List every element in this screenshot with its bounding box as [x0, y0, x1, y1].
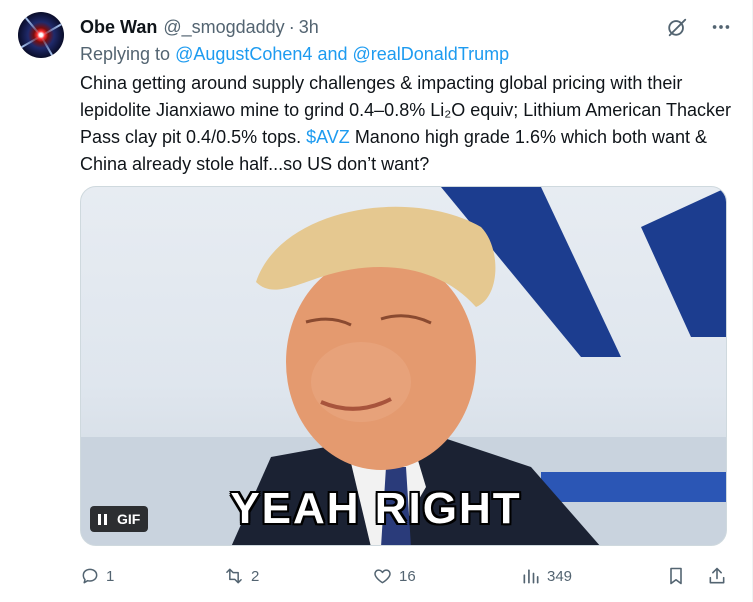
- tweet-header: Obe Wan @_smogdaddy · 3h: [80, 14, 319, 40]
- tweet-actions: 1 2 16 349: [80, 562, 735, 590]
- author-handle[interactable]: @_smogdaddy: [163, 17, 284, 38]
- share-icon: [709, 567, 725, 584]
- grok-icon[interactable]: [664, 14, 690, 40]
- pause-icon[interactable]: [98, 513, 107, 525]
- tweet-text: China getting around supply challenges &…: [80, 70, 735, 178]
- like-icon: [374, 569, 391, 584]
- mention-august-cohen[interactable]: @AugustCohen4: [175, 44, 312, 64]
- replying-to: Replying to @AugustCohen4 and @realDonal…: [80, 44, 509, 65]
- tweet[interactable]: Obe Wan @_smogdaddy · 3h Replying to @Au…: [0, 0, 753, 602]
- separator-dot: ·: [288, 16, 295, 37]
- reply-icon: [82, 568, 98, 584]
- replying-prefix: Replying to: [80, 44, 176, 64]
- views-icon: [523, 569, 539, 584]
- reply-button[interactable]: 1: [80, 562, 114, 590]
- replying-and: and: [312, 44, 353, 64]
- repost-button[interactable]: 2: [223, 562, 259, 590]
- bookmark-button[interactable]: [666, 562, 686, 590]
- timestamp[interactable]: 3h: [299, 17, 319, 38]
- repost-count: 2: [251, 567, 260, 585]
- avatar[interactable]: [18, 12, 64, 58]
- views-button[interactable]: 349: [521, 562, 572, 590]
- top-right-actions: [664, 14, 734, 40]
- like-button[interactable]: 16: [372, 562, 416, 590]
- gif-badge[interactable]: GIF: [90, 506, 149, 532]
- author-name[interactable]: Obe Wan: [80, 17, 157, 38]
- reply-count: 1: [106, 567, 115, 585]
- views-count: 349: [547, 567, 573, 585]
- like-count: 16: [399, 567, 416, 585]
- share-button[interactable]: [707, 562, 727, 590]
- gif-label: GIF: [117, 511, 141, 527]
- more-icon[interactable]: [708, 14, 734, 40]
- cashtag-avz[interactable]: $AVZ: [306, 127, 350, 147]
- background-letter-shape-2: [641, 187, 726, 337]
- mention-real-donald-trump[interactable]: @realDonaldTrump: [352, 44, 509, 64]
- bookmark-icon: [670, 567, 682, 585]
- repost-icon: [226, 568, 242, 584]
